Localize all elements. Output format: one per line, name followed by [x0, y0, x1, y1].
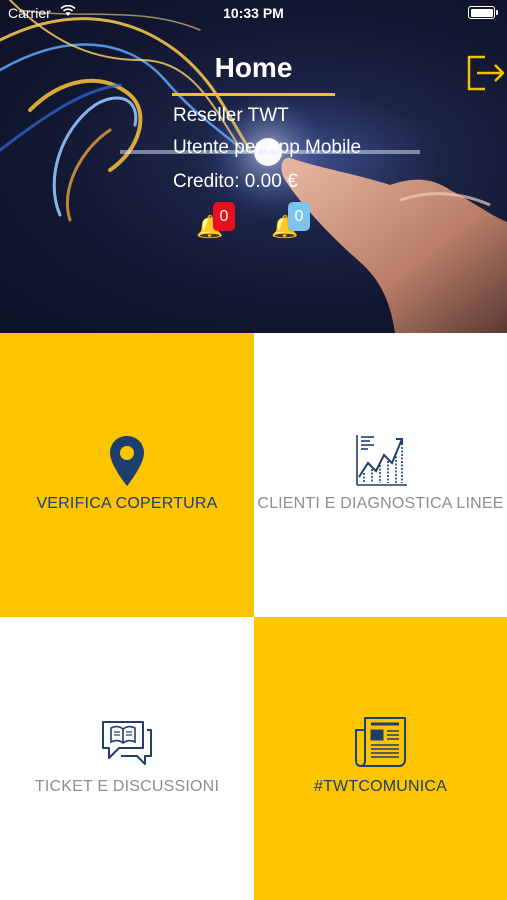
- notification-count-badge: 0: [213, 202, 235, 231]
- page-title: Home: [214, 52, 293, 83]
- tile-ticket-discussioni[interactable]: TICKET E DISCUSSIONI: [0, 617, 254, 900]
- reseller-name: Reseller TWT: [173, 105, 289, 126]
- logout-icon: [467, 55, 505, 91]
- credit-balance: Credito: 0.00 €: [173, 171, 298, 192]
- header-banner: Carrier 10:33 PM Home Reseller TWT Utent…: [0, 0, 507, 333]
- notifications-alert-button[interactable]: 🔔 0: [196, 200, 240, 240]
- chart-icon: [355, 435, 407, 486]
- notification-count-badge: 0: [288, 202, 310, 231]
- tile-twtcomunica[interactable]: #TWTCOMUNICA: [254, 617, 507, 900]
- user-name: Utente per App Mobile: [173, 137, 362, 158]
- tile-label: VERIFICA COPERTURA: [36, 495, 218, 512]
- tile-label: TICKET E DISCUSSIONI: [34, 778, 220, 795]
- tile-label: #TWTCOMUNICA: [313, 778, 448, 795]
- notifications-info-button[interactable]: 🔔 0: [271, 200, 315, 240]
- banner-background-image: [0, 0, 507, 333]
- tile-verifica-copertura[interactable]: VERIFICA COPERTURA: [0, 333, 254, 617]
- title-underline: [172, 93, 335, 96]
- battery-icon: [468, 6, 498, 19]
- status-bar: Carrier 10:33 PM: [0, 0, 507, 26]
- map-pin-icon: [110, 436, 144, 486]
- tile-label: CLIENTI E DIAGNOSTICA LINEE: [257, 495, 504, 512]
- status-time: 10:33 PM: [223, 5, 284, 21]
- chat-book-icon: [102, 721, 152, 765]
- newspaper-icon: [354, 717, 406, 767]
- tile-clienti-diagnostica[interactable]: CLIENTI E DIAGNOSTICA LINEE: [254, 333, 507, 617]
- logout-button[interactable]: [465, 51, 507, 95]
